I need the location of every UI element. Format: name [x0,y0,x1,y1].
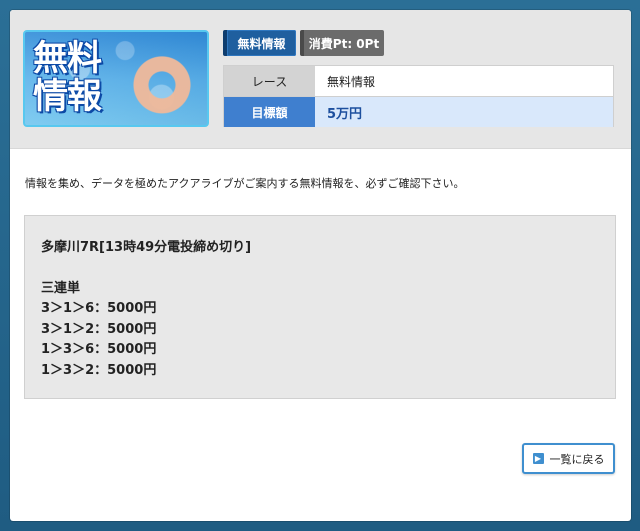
free-info-banner: 無料 情報 [23,30,209,127]
bet-type: 三連単 [41,281,81,296]
info-table: レース 無料情報 目標額 5万円 [223,65,614,127]
target-label: 目標額 [224,97,315,127]
tab-free-info[interactable]: 無料情報 [223,30,296,56]
info-row-race: レース 無料情報 [224,66,613,96]
bet-line: 1＞3＞2：5000円 [41,362,157,378]
race-value: 無料情報 [315,66,613,96]
free-info-content: 多摩川7R[13時49分電投締め切り] 三連単 3＞1＞6：5000円 3＞1＞… [24,215,616,399]
arrow-right-icon: ▶ [532,453,544,464]
points-cost-badge: 消費Pt: 0Pt [300,30,384,56]
bet-line: 3＞1＞6：5000円 [41,301,157,316]
back-to-list-button[interactable]: ▶ 一覧に戻る [522,443,615,474]
main-panel: 無料 情報 無料情報 消費Pt: 0Pt レース 無料情報 目標額 5万円 情報… [10,10,631,521]
back-to-list-label: 一覧に戻る [549,452,605,466]
bet-line: 1＞3＞6：5000円 [41,342,157,357]
intro-text: 情報を集め、データを極めたアクアライブがご案内する無料情報を、必ずご確認下さい。 [25,177,465,190]
race-heading: 多摩川7R[13時49分電投締め切り] [41,240,252,255]
bet-line: 3＞1＞2：5000円 [41,321,157,337]
target-value: 5万円 [315,97,613,127]
banner-title: 無料 情報 [33,39,102,117]
info-row-target: 目標額 5万円 [224,96,613,127]
race-label: レース [224,66,315,96]
